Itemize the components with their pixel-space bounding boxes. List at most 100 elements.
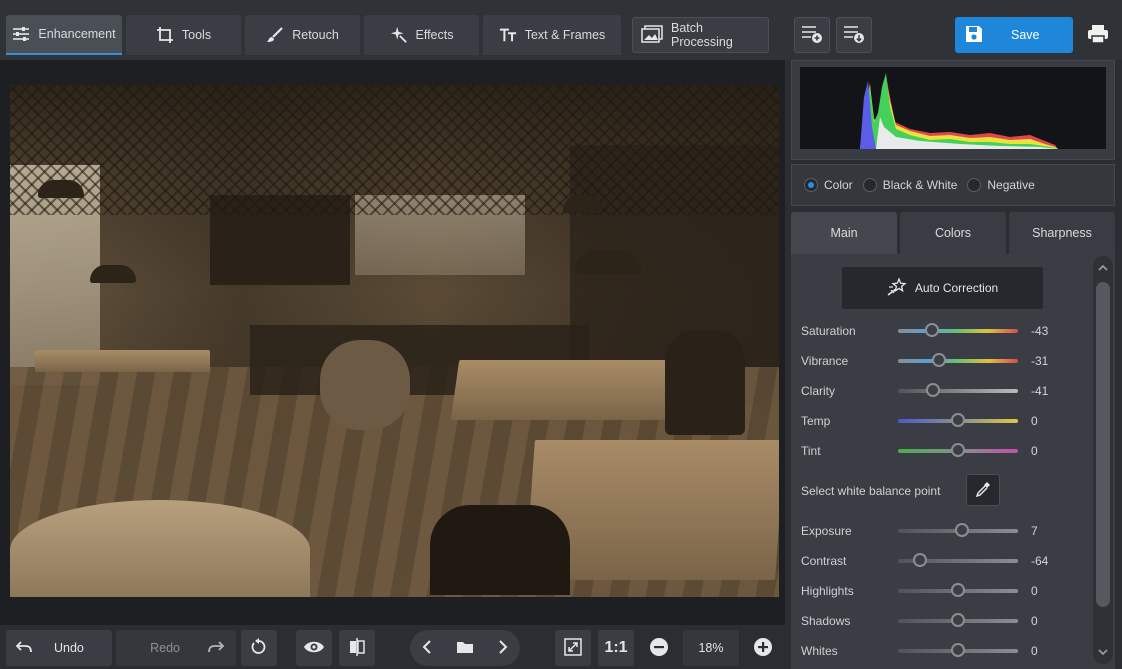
- slider-temp: Temp 0: [801, 411, 1061, 431]
- slider-track[interactable]: [898, 383, 1018, 397]
- slider-tint: Tint 0: [801, 441, 1061, 461]
- undo-button[interactable]: Undo: [6, 630, 112, 666]
- scrollbar-thumb[interactable]: [1096, 282, 1110, 607]
- slider-knob[interactable]: [955, 523, 970, 537]
- compare-button[interactable]: [339, 630, 375, 666]
- slider-label: Temp: [801, 414, 831, 428]
- next-image-button[interactable]: [498, 639, 508, 657]
- slider-track[interactable]: [898, 523, 1018, 537]
- slider-label: Clarity: [801, 384, 836, 398]
- radio-dot: [967, 178, 982, 192]
- slider-track[interactable]: [898, 413, 1018, 427]
- slider-track[interactable]: [898, 613, 1018, 627]
- eyedropper-button[interactable]: [966, 474, 1000, 506]
- batch-label: Batch Processing: [671, 21, 733, 49]
- sliders-icon: [12, 25, 30, 43]
- tab-effects[interactable]: Effects: [364, 15, 479, 55]
- photo-lamp: [90, 265, 136, 283]
- radio-dot: [862, 178, 877, 192]
- slider-knob[interactable]: [951, 583, 965, 597]
- eye-icon: [303, 640, 325, 657]
- slider-value: -31: [1031, 354, 1049, 368]
- open-folder-button[interactable]: [456, 640, 474, 657]
- load-preset-button[interactable]: [836, 17, 872, 53]
- undo-icon: [15, 640, 32, 656]
- save-button[interactable]: Save: [955, 17, 1073, 53]
- photo-round-table: [10, 500, 310, 597]
- preview-button[interactable]: [296, 630, 332, 666]
- slider-knob[interactable]: [951, 613, 965, 627]
- tab-sharpness[interactable]: Sharpness: [1009, 212, 1115, 254]
- main-tabs: Enhancement Tools Retouch Effects Text &…: [6, 15, 621, 55]
- preset-download-icon: [843, 24, 865, 47]
- mode-bw-radio[interactable]: Black & White: [862, 178, 957, 192]
- slider-value: -43: [1031, 324, 1049, 338]
- slider-knob[interactable]: [925, 323, 940, 337]
- slider-track[interactable]: [898, 583, 1018, 597]
- tab-colors[interactable]: Colors: [900, 212, 1006, 254]
- slider-value: 0: [1031, 414, 1038, 428]
- slider-value: 0: [1031, 644, 1038, 658]
- slider-label: Vibrance: [801, 354, 849, 368]
- undo-label: Undo: [54, 641, 84, 655]
- auto-correction-button[interactable]: Auto Correction: [842, 267, 1043, 309]
- photo-preview[interactable]: [10, 85, 779, 597]
- slider-track[interactable]: [898, 643, 1018, 657]
- expand-icon: [564, 637, 582, 659]
- zoom-level[interactable]: 18%: [683, 630, 739, 666]
- redo-button[interactable]: Redo: [116, 630, 236, 666]
- batch-processing-button[interactable]: Batch Processing: [632, 17, 769, 53]
- panel-scrollbar[interactable]: [1093, 256, 1113, 664]
- main-adjustments-panel: Auto Correction Saturation -43 Vibrance -31…: [791, 254, 1115, 669]
- mode-color-radio[interactable]: Color: [804, 178, 853, 192]
- brush-icon: [266, 26, 284, 44]
- photo-lamp: [575, 250, 641, 274]
- image-canvas[interactable]: [0, 60, 785, 625]
- photo-ceiling-net: [10, 85, 779, 215]
- slider-knob[interactable]: [932, 353, 947, 367]
- magic-wand-icon: [887, 276, 909, 299]
- fit-screen-button[interactable]: [555, 630, 591, 666]
- slider-value: 0: [1031, 444, 1038, 458]
- redo-icon: [208, 640, 225, 656]
- slider-knob[interactable]: [926, 383, 941, 397]
- photo-lamp: [38, 180, 84, 198]
- slider-label: Highlights: [801, 584, 854, 598]
- slider-track[interactable]: [898, 553, 1018, 567]
- slider-knob[interactable]: [912, 553, 927, 567]
- minus-circle-icon: [649, 637, 669, 660]
- slider-knob[interactable]: [951, 643, 965, 657]
- zoom-in-button[interactable]: [745, 630, 781, 666]
- redo-label: Redo: [150, 641, 180, 655]
- slider-exposure: Exposure 7: [801, 521, 1061, 541]
- slider-shadows: Shadows 0: [801, 611, 1061, 631]
- slider-track[interactable]: [898, 353, 1018, 367]
- mode-label: Negative: [987, 178, 1035, 192]
- scroll-up-icon: [1098, 264, 1108, 271]
- tab-text-frames[interactable]: Text & Frames: [483, 15, 621, 55]
- tab-tools[interactable]: Tools: [126, 15, 241, 55]
- slider-knob[interactable]: [951, 443, 965, 457]
- auto-correction-label: Auto Correction: [914, 281, 999, 295]
- slider-track[interactable]: [898, 443, 1018, 457]
- navigation-group: [410, 630, 520, 666]
- eyedropper-icon: [975, 481, 991, 500]
- white-balance-row: Select white balance point: [801, 474, 1081, 508]
- save-label: Save: [1011, 28, 1040, 42]
- mode-negative-radio[interactable]: Negative: [967, 178, 1035, 192]
- tab-retouch[interactable]: Retouch: [245, 15, 360, 55]
- previous-image-button[interactable]: [422, 639, 432, 657]
- slider-label: Whites: [801, 644, 838, 658]
- zoom-out-button[interactable]: [641, 630, 677, 666]
- slider-knob[interactable]: [951, 413, 965, 427]
- floppy-icon: [965, 25, 983, 46]
- add-preset-button[interactable]: [794, 17, 830, 53]
- images-icon: [641, 24, 663, 46]
- scroll-down-icon: [1098, 649, 1108, 656]
- slider-track[interactable]: [898, 323, 1018, 337]
- rotate-button[interactable]: [241, 630, 277, 666]
- tab-main[interactable]: Main: [791, 212, 897, 254]
- print-button[interactable]: [1080, 17, 1116, 53]
- tab-enhancement[interactable]: Enhancement: [6, 15, 122, 55]
- actual-size-button[interactable]: 1:1: [598, 630, 634, 666]
